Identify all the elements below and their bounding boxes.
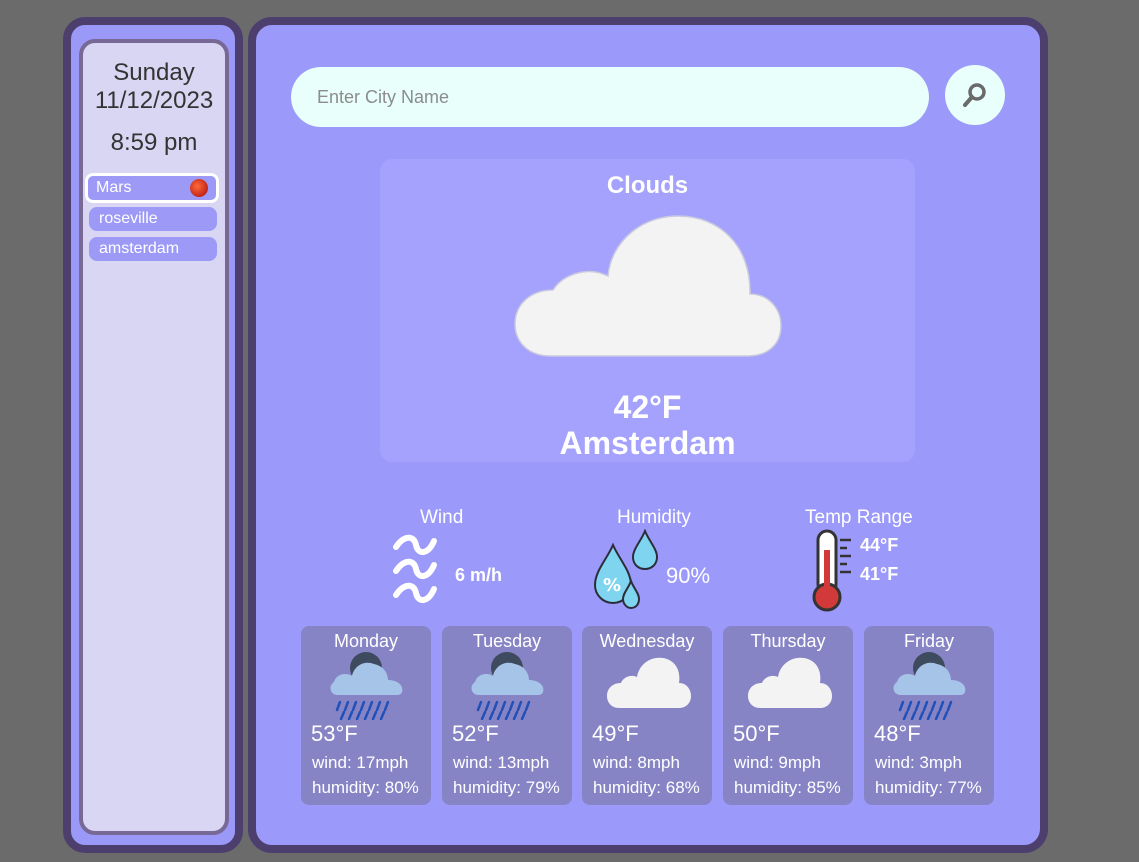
rain-cloud-icon	[893, 652, 966, 720]
saved-city-label: roseville	[99, 210, 158, 227]
saved-city-list: Mars roseville amsterdam	[83, 173, 225, 261]
forecast-humidity: humidity: 85%	[734, 778, 841, 797]
sidebar: Sunday 11/12/2023 8:59 pm Mars roseville…	[63, 17, 243, 853]
forecast-temp: 52°F	[452, 721, 499, 746]
forecast-humidity: humidity: 77%	[875, 778, 982, 797]
temp-low-value: 41°F	[860, 564, 899, 584]
forecast-day: Wednesday	[599, 631, 695, 651]
forecast-card-thursday: Thursday 50°F wind: 9mph humidity: 85%	[723, 626, 853, 805]
forecast-temp: 53°F	[311, 721, 358, 746]
sidebar-panel: Sunday 11/12/2023 8:59 pm Mars roseville…	[79, 39, 229, 835]
forecast-wind: wind: 17mph	[312, 753, 409, 772]
forecast-card-tuesday: Tuesday 52°F wind: 13mph humidity: 79%	[442, 626, 572, 805]
current-date: 11/12/2023	[94, 87, 214, 114]
svg-text:%: %	[603, 575, 621, 596]
temp-high-value: 44°F	[860, 535, 899, 555]
current-day: Sunday	[113, 59, 195, 86]
forecast-humidity: humidity: 80%	[312, 778, 419, 797]
forecast-wind: wind: 9mph	[734, 753, 821, 772]
current-time: 8:59 pm	[110, 129, 198, 156]
forecast-temp: 49°F	[592, 721, 639, 746]
current-temperature: 42°F	[613, 389, 682, 425]
humidity-icon: %	[593, 529, 659, 609]
forecast-wind: wind: 13mph	[453, 753, 550, 772]
forecast-day: Thursday	[750, 631, 826, 651]
forecast-card-monday: Monday 53°F wind: 17mph humidity: 80%	[301, 626, 431, 805]
humidity-value: 90%	[666, 563, 711, 588]
forecast-card-wednesday: Wednesday 49°F wind: 8mph humidity: 68%	[582, 626, 712, 805]
forecast-humidity: humidity: 68%	[593, 778, 700, 797]
city-search-input[interactable]	[291, 67, 929, 127]
saved-city-amsterdam[interactable]: amsterdam	[89, 237, 217, 261]
cloud-icon	[748, 657, 832, 708]
forecast-day: Friday	[903, 631, 954, 651]
saved-city-roseville[interactable]: roseville	[89, 207, 217, 231]
temp-range-label: Temp Range	[805, 507, 913, 528]
forecast-day: Monday	[333, 631, 399, 651]
current-condition: Clouds	[606, 172, 689, 199]
forecast-wind: wind: 8mph	[593, 753, 680, 772]
humidity-label: Humidity	[617, 507, 691, 528]
current-city-name: Amsterdam	[559, 425, 736, 461]
saved-city-label: Mars	[96, 179, 132, 196]
cloud-icon	[607, 657, 691, 708]
mars-planet-icon	[190, 179, 208, 197]
wind-value: 6 m/h	[455, 565, 503, 585]
forecast-humidity: humidity: 79%	[453, 778, 560, 797]
rain-cloud-icon	[330, 652, 403, 720]
forecast-day: Tuesday	[472, 631, 542, 651]
current-weather-card: Clouds 42°F Amsterdam	[380, 159, 915, 462]
forecast-temp: 48°F	[874, 721, 921, 746]
forecast-temp: 50°F	[733, 721, 780, 746]
wind-label: Wind	[420, 507, 464, 528]
thermometer-icon	[812, 529, 851, 612]
rain-cloud-icon	[471, 652, 544, 720]
search-button[interactable]	[945, 65, 1005, 125]
cloud-icon	[514, 215, 782, 357]
saved-city-label: amsterdam	[99, 240, 180, 257]
search-icon	[963, 83, 986, 107]
forecast-card-friday: Friday 48°F wind: 3mph humidity: 77%	[864, 626, 994, 805]
saved-city-mars[interactable]: Mars	[85, 173, 219, 203]
forecast-wind: wind: 3mph	[875, 753, 962, 772]
wind-icon	[393, 534, 437, 603]
